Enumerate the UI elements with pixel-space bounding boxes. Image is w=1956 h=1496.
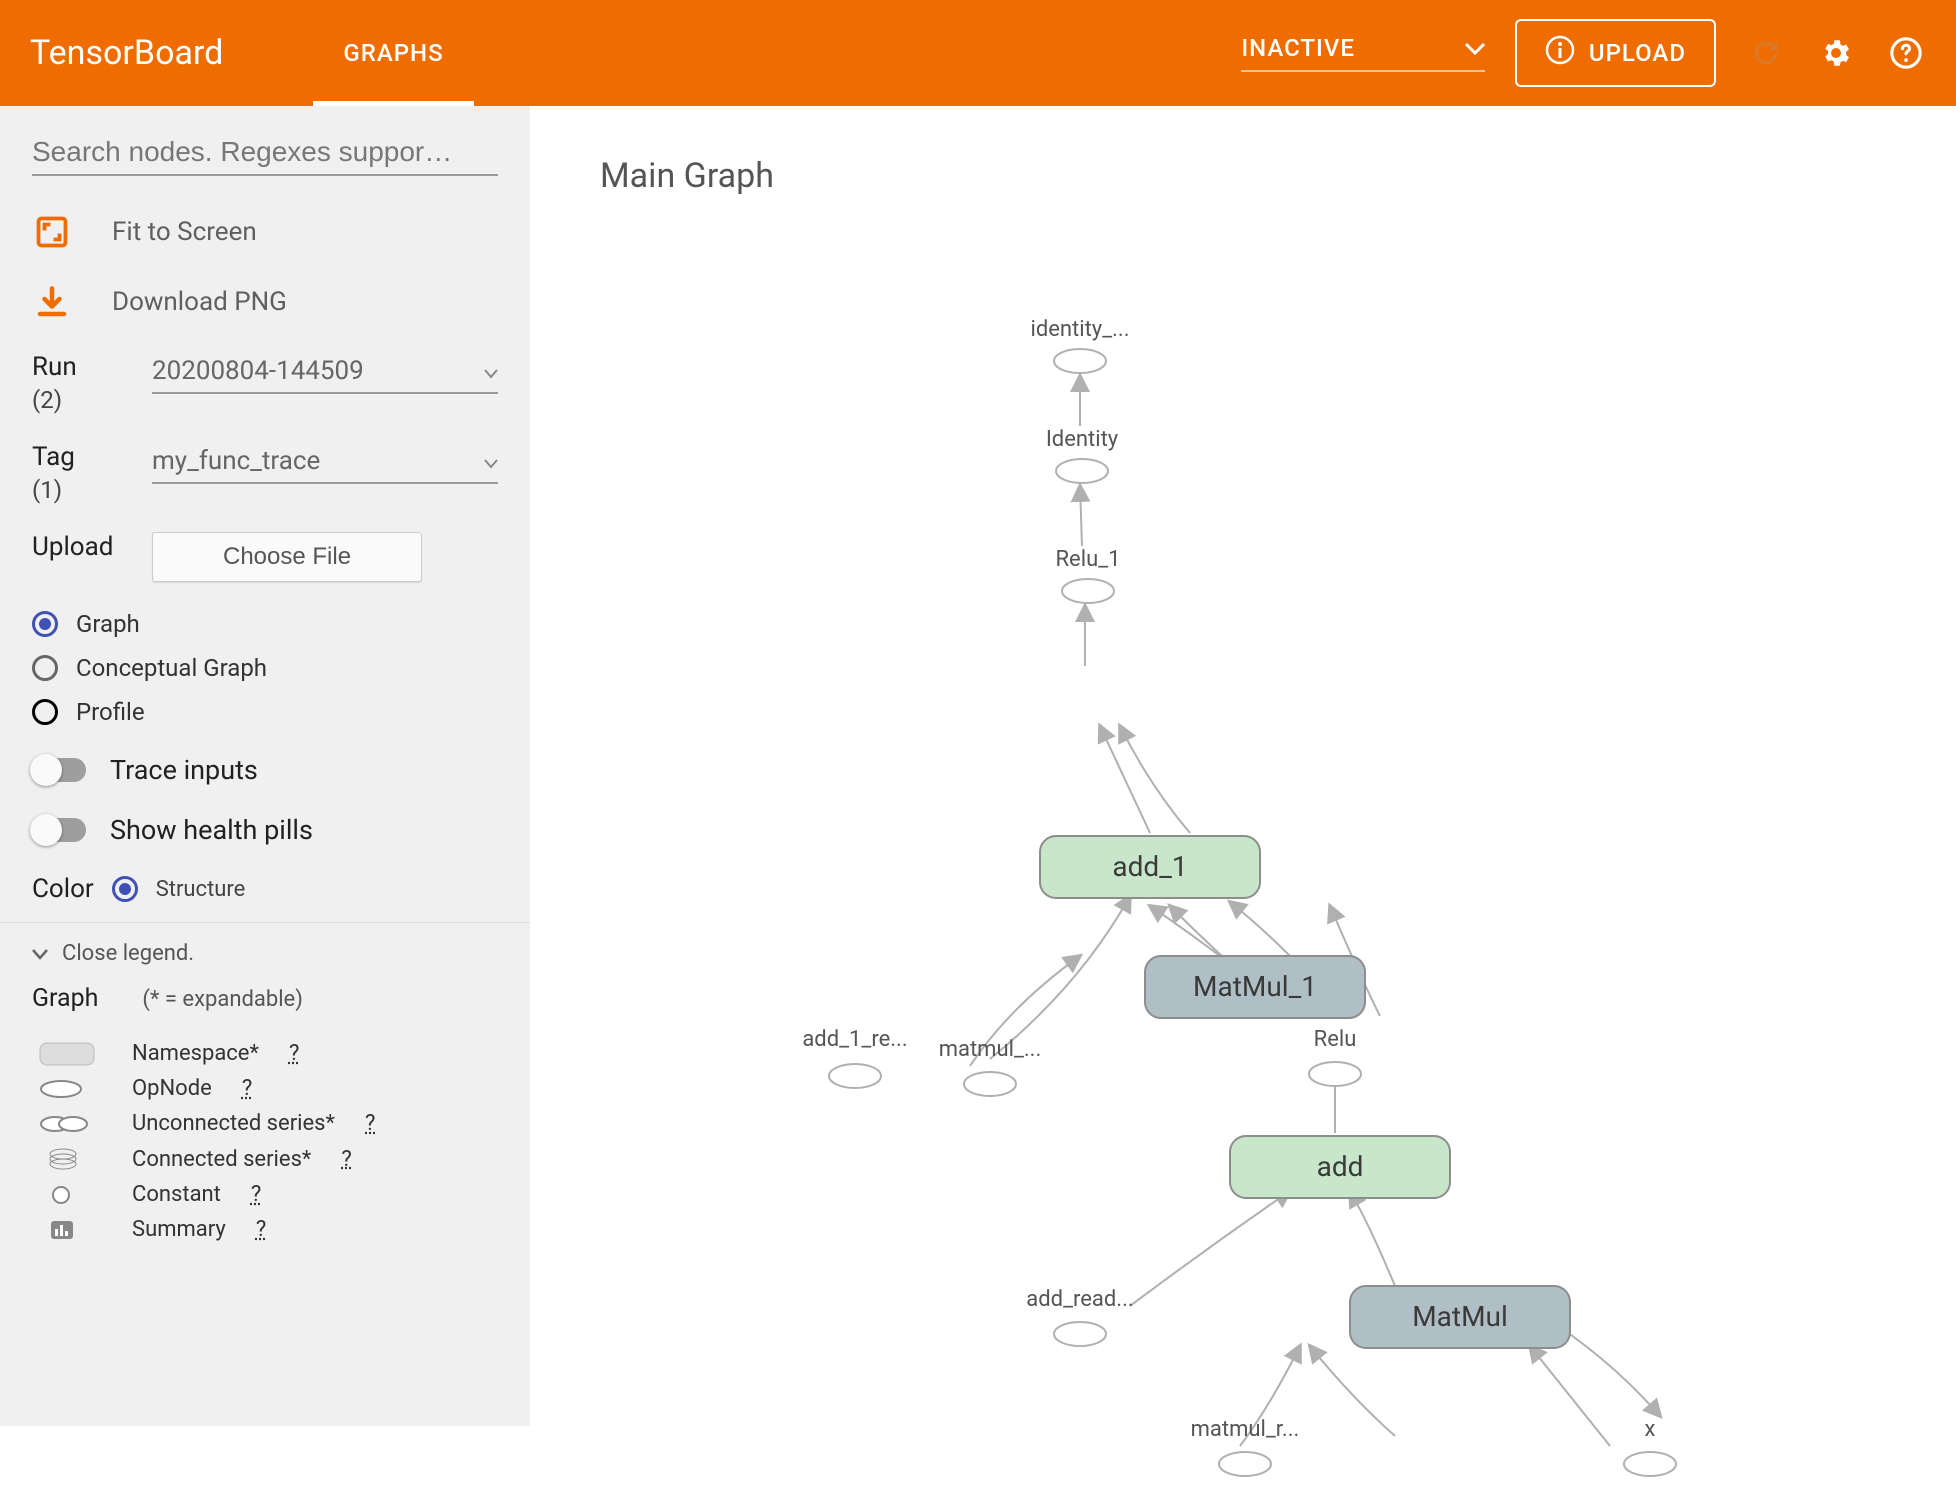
radio-color-structure[interactable]	[112, 876, 138, 902]
app-header: TensorBoard GRAPHS INACTIVE UPLOAD	[0, 0, 1956, 106]
download-label: Download PNG	[112, 287, 287, 317]
legend-constant: Constant ?	[32, 1182, 498, 1207]
color-value: Structure	[156, 877, 246, 902]
color-label: Color	[32, 874, 94, 904]
chevron-down-icon	[1465, 34, 1485, 62]
svg-text:Identity: Identity	[1046, 427, 1119, 452]
svg-text:add_read...: add_read...	[1026, 1287, 1133, 1312]
upload-button[interactable]: UPLOAD	[1515, 19, 1716, 87]
node-add1-re[interactable]: add_1_re...	[802, 1027, 907, 1088]
chevron-down-icon	[484, 446, 498, 476]
svg-text:add: add	[1317, 1150, 1364, 1183]
inactive-dropdown[interactable]: INACTIVE	[1241, 34, 1485, 72]
upload-label: UPLOAD	[1589, 39, 1686, 67]
svg-text:add_1_re...: add_1_re...	[802, 1027, 907, 1052]
radio-conceptual[interactable]: Conceptual Graph	[32, 654, 498, 682]
radio-graph[interactable]: Graph	[32, 610, 498, 638]
node-relu[interactable]: Relu	[1309, 1027, 1361, 1086]
chevron-down-icon	[484, 356, 498, 386]
svg-text:add_1: add_1	[1112, 850, 1187, 883]
tag-label: Tag	[32, 442, 132, 472]
close-legend-toggle[interactable]: Close legend.	[32, 941, 498, 966]
search-input[interactable]	[32, 130, 498, 176]
tabs: GRAPHS	[313, 0, 473, 106]
upload-section-label: Upload	[32, 532, 132, 562]
node-identity-ret[interactable]: identity_...	[1030, 317, 1129, 373]
chevron-down-icon	[32, 941, 48, 966]
tag-value: my_func_trace	[152, 446, 320, 476]
legend-namespace: Namespace* ?	[32, 1041, 498, 1066]
radio-profile[interactable]: Profile	[32, 698, 498, 726]
trace-inputs-toggle[interactable]: Trace inputs	[32, 754, 498, 786]
svg-text:MatMul_1: MatMul_1	[1193, 970, 1317, 1003]
node-matmul1[interactable]: MatMul_1	[1145, 956, 1365, 1018]
graph-canvas[interactable]: Main Graph	[530, 106, 1956, 1426]
main: Fit to Screen Download PNG Run (2) 20200…	[0, 106, 1956, 1426]
help-button[interactable]	[1886, 33, 1926, 73]
settings-button[interactable]	[1816, 33, 1856, 73]
canvas-title: Main Graph	[600, 156, 1886, 196]
run-value: 20200804-144509	[152, 356, 364, 386]
legend-connected: Connected series* ?	[32, 1146, 498, 1172]
node-relu1[interactable]: Relu_1	[1056, 547, 1121, 603]
fit-to-screen-button[interactable]: Fit to Screen	[32, 212, 498, 252]
legend-expandable-note: (* = expandable)	[142, 987, 302, 1012]
tag-count: (1)	[32, 476, 132, 504]
reload-button[interactable]	[1746, 33, 1786, 73]
node-matmul-small[interactable]: matmul_...	[939, 1037, 1042, 1096]
graph-svg: identity_... Identity Relu_1 add_1_re...…	[590, 256, 1890, 1496]
download-icon	[32, 282, 72, 322]
legend-unconnected: Unconnected series* ?	[32, 1111, 498, 1136]
choose-file-button[interactable]: Choose File	[152, 532, 422, 582]
node-identity[interactable]: Identity	[1046, 427, 1119, 483]
svg-text:matmul_r...: matmul_r...	[1191, 1417, 1300, 1442]
legend-opnode: OpNode ?	[32, 1076, 498, 1101]
run-select[interactable]: 20200804-144509	[152, 352, 498, 394]
svg-text:MatMul: MatMul	[1412, 1300, 1508, 1333]
fit-screen-icon	[32, 212, 72, 252]
tab-graphs[interactable]: GRAPHS	[313, 0, 473, 106]
download-png-button[interactable]: Download PNG	[32, 282, 498, 322]
svg-text:x: x	[1645, 1417, 1656, 1442]
node-add-read[interactable]: add_read...	[1026, 1287, 1133, 1346]
inactive-label: INACTIVE	[1241, 34, 1355, 62]
legend-summary: Summary ?	[32, 1217, 498, 1242]
svg-text:identity_...: identity_...	[1030, 317, 1129, 342]
svg-text:Relu: Relu	[1314, 1027, 1357, 1052]
header-right: INACTIVE UPLOAD	[1241, 19, 1926, 87]
sidebar: Fit to Screen Download PNG Run (2) 20200…	[0, 106, 530, 1426]
node-add[interactable]: add	[1230, 1136, 1450, 1198]
node-add1[interactable]: add_1	[1040, 836, 1260, 898]
radio-icon	[32, 655, 58, 681]
tag-select[interactable]: my_func_trace	[152, 442, 498, 484]
fit-label: Fit to Screen	[112, 217, 257, 247]
node-matmul[interactable]: MatMul	[1350, 1286, 1570, 1348]
svg-text:Relu_1: Relu_1	[1056, 547, 1121, 572]
app-title: TensorBoard	[30, 33, 223, 73]
toggle-icon	[32, 758, 86, 782]
svg-text:matmul_...: matmul_...	[939, 1037, 1042, 1062]
legend-graph-header: Graph	[32, 984, 98, 1013]
radio-icon	[32, 699, 58, 725]
toggle-icon	[32, 818, 86, 842]
health-pills-toggle[interactable]: Show health pills	[32, 814, 498, 846]
run-count: (2)	[32, 386, 132, 414]
info-icon	[1545, 35, 1575, 71]
run-label: Run	[32, 352, 132, 382]
radio-icon	[32, 611, 58, 637]
